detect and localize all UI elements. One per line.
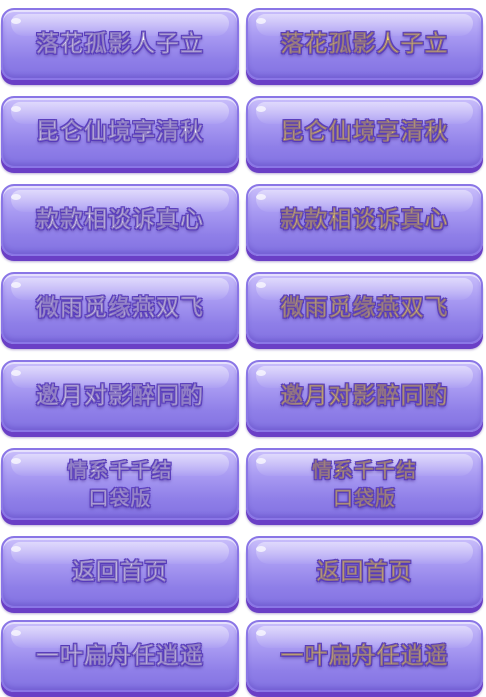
button-label: 款款相谈诉真心 <box>36 207 204 234</box>
button-weiyu-white[interactable]: 微雨觅缘燕双飞 <box>1 272 239 344</box>
button-label: 微雨觅缘燕双飞 <box>280 295 449 322</box>
button-home-white[interactable]: 返回首页 <box>1 536 239 608</box>
button-label: 落花孤影人子立 <box>280 31 449 58</box>
button-kunlun-white[interactable]: 昆仑仙境享清秋 <box>1 96 239 168</box>
button-kuankuan-white[interactable]: 款款相谈诉真心 <box>1 184 239 256</box>
button-label: 款款相谈诉真心 <box>280 207 449 234</box>
button-kunlun-yellow[interactable]: 昆仑仙境享清秋 <box>246 96 483 168</box>
button-label-line2: 口袋版 <box>333 486 396 511</box>
button-label: 昆仑仙境享清秋 <box>280 119 449 146</box>
button-label: 邀月对影醉同酌 <box>36 383 204 410</box>
button-home-yellow[interactable]: 返回首页 <box>246 536 483 608</box>
button-label-line1: 情系千千结 <box>312 458 417 483</box>
button-label: 落花孤影人子立 <box>36 31 204 58</box>
button-label-line2: 口袋版 <box>88 486 152 511</box>
button-label: 邀月对影醉同酌 <box>280 383 449 410</box>
button-yiye-white[interactable]: 一叶扁舟任逍遥 <box>1 620 239 692</box>
button-label-line1: 情系千千结 <box>67 458 173 483</box>
button-luohua-white[interactable]: 落花孤影人子立 <box>1 8 239 80</box>
button-weiyu-yellow[interactable]: 微雨觅缘燕双飞 <box>246 272 483 344</box>
button-yaoyue-yellow[interactable]: 邀月对影醉同酌 <box>246 360 483 432</box>
button-label: 情系千千结 口袋版 <box>312 456 417 512</box>
button-label: 情系千千结 口袋版 <box>67 456 173 512</box>
button-label: 昆仑仙境享清秋 <box>36 119 204 146</box>
button-grid: 落花孤影人子立 落花孤影人子立 昆仑仙境享清秋 昆仑仙境享清秋 款款相谈诉真心 … <box>0 0 486 697</box>
button-label: 返回首页 <box>72 559 168 586</box>
button-yiye-yellow[interactable]: 一叶扁舟任逍遥 <box>246 620 483 692</box>
button-label: 返回首页 <box>316 559 413 586</box>
button-kuankuan-yellow[interactable]: 款款相谈诉真心 <box>246 184 483 256</box>
button-label: 一叶扁舟任逍遥 <box>36 643 204 670</box>
button-qingxi-yellow[interactable]: 情系千千结 口袋版 <box>246 448 483 520</box>
button-qingxi-white[interactable]: 情系千千结 口袋版 <box>1 448 239 520</box>
button-label: 一叶扁舟任逍遥 <box>280 643 449 670</box>
button-luohua-yellow[interactable]: 落花孤影人子立 <box>246 8 483 80</box>
button-yaoyue-white[interactable]: 邀月对影醉同酌 <box>1 360 239 432</box>
button-label: 微雨觅缘燕双飞 <box>36 295 204 322</box>
